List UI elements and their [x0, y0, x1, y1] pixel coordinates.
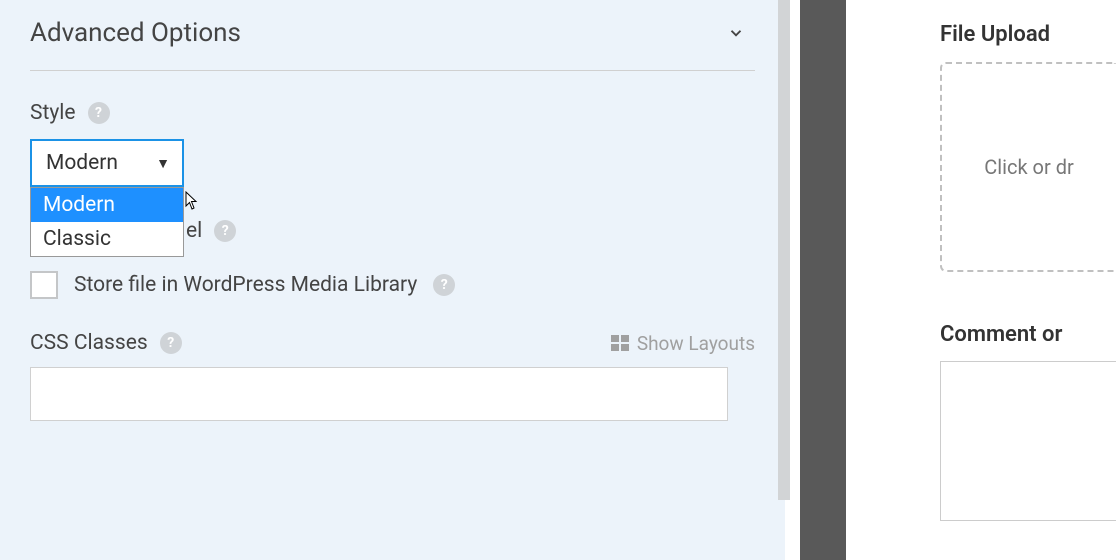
- store-file-row: Store file in WordPress Media Library ?: [30, 271, 755, 299]
- store-file-label: Store file in WordPress Media Library: [74, 273, 417, 297]
- style-selected-value: Modern: [46, 151, 118, 175]
- css-classes-label: CSS Classes: [30, 331, 148, 355]
- show-layouts-label: Show Layouts: [637, 332, 755, 355]
- hide-label-fragment: el: [186, 219, 202, 243]
- grid-icon: [611, 335, 629, 351]
- select-caret-icon: ▼: [156, 155, 170, 172]
- preview-panel: File Upload Click or dr Comment or: [846, 0, 1116, 560]
- advanced-options-panel: Advanced Options Style ? Modern ▼ Modern…: [0, 0, 785, 560]
- dropdown-option-classic[interactable]: Classic: [31, 222, 183, 256]
- help-icon[interactable]: ?: [433, 274, 455, 296]
- dropdown-option-modern[interactable]: Modern: [31, 188, 183, 222]
- upload-hint: Click or dr: [984, 155, 1074, 179]
- section-header[interactable]: Advanced Options: [30, 18, 755, 48]
- help-icon[interactable]: ?: [214, 220, 236, 242]
- css-classes-left: CSS Classes ?: [30, 331, 182, 355]
- chevron-down-icon: [727, 24, 745, 42]
- file-upload-card: File Upload Click or dr Comment or: [846, 0, 1116, 521]
- divider: [30, 70, 755, 71]
- file-upload-dropzone[interactable]: Click or dr: [940, 62, 1116, 272]
- comment-textarea[interactable]: [940, 361, 1116, 521]
- style-select[interactable]: Modern ▼: [30, 139, 184, 187]
- sidebar-gap: [800, 0, 846, 560]
- help-icon[interactable]: ?: [88, 102, 110, 124]
- style-dropdown: Modern Classic: [30, 187, 184, 257]
- css-classes-input[interactable]: [30, 367, 728, 421]
- style-label: Style: [30, 101, 76, 125]
- css-classes-row: CSS Classes ? Show Layouts: [30, 331, 755, 355]
- store-file-checkbox[interactable]: [30, 271, 58, 299]
- cursor-icon: [185, 191, 199, 216]
- comment-label: Comment or: [846, 322, 1116, 361]
- file-upload-title: File Upload: [846, 0, 1116, 62]
- style-select-wrap: Modern ▼ Modern Classic: [30, 139, 184, 187]
- help-icon[interactable]: ?: [160, 332, 182, 354]
- show-layouts-button[interactable]: Show Layouts: [611, 332, 755, 355]
- scrollbar[interactable]: [778, 0, 790, 500]
- section-title: Advanced Options: [30, 18, 241, 48]
- style-label-row: Style ?: [30, 101, 755, 125]
